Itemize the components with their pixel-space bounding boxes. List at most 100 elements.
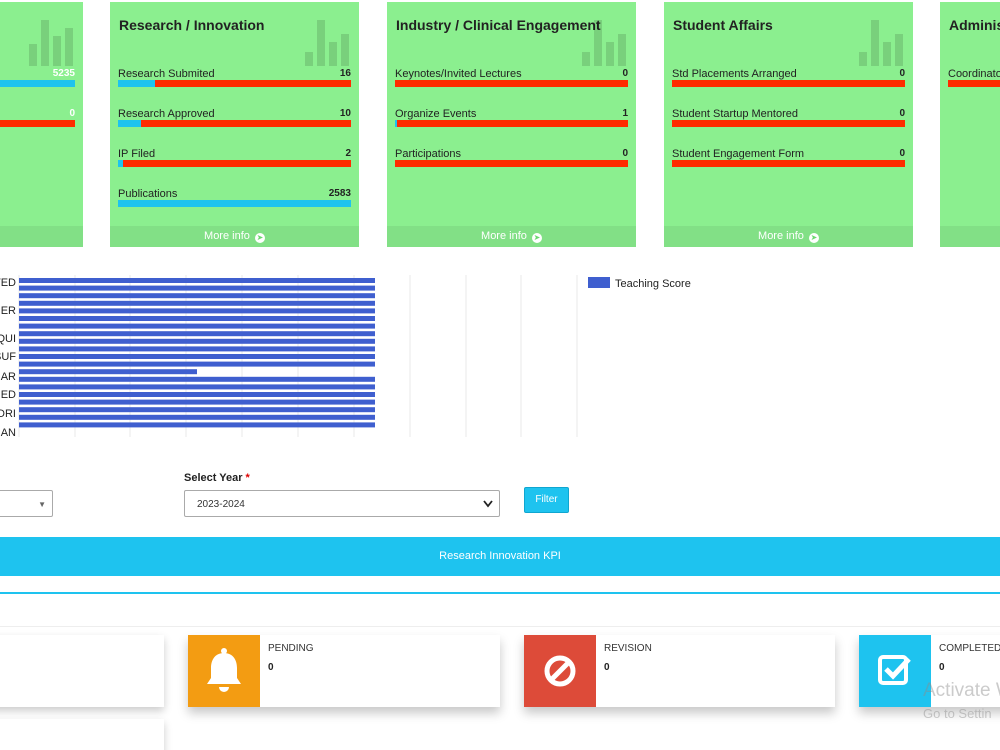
- metric-value: 0: [899, 68, 905, 79]
- caret-down-icon: ▼: [38, 500, 46, 509]
- chart-bar: [19, 285, 375, 291]
- bell-icon: [188, 635, 260, 707]
- metric-value: 0: [899, 108, 905, 119]
- metric-progress-bar: [395, 80, 628, 87]
- chart-bar: [19, 323, 375, 329]
- kpi-card-student-affairs: Student Affairs Std Placements Arranged …: [664, 2, 913, 247]
- metric-progress-bar: [118, 200, 351, 207]
- ban-icon: [524, 635, 596, 707]
- metric-student-engagement: Student Engagement Form 0: [672, 148, 905, 168]
- metric-value: 2583: [328, 188, 351, 199]
- status-value: 0: [604, 662, 610, 673]
- metric-progress-bar: [395, 160, 628, 167]
- metric-label: Research Submited: [118, 68, 215, 80]
- chart-tick-label: TED: [0, 277, 16, 289]
- metric-value: 1: [622, 108, 628, 119]
- status-value: 0: [268, 662, 274, 673]
- status-box-partial: [0, 635, 164, 707]
- filter-button[interactable]: Filter: [524, 487, 569, 513]
- activate-windows-watermark-sub: Go to Settin: [923, 706, 992, 721]
- divider: [0, 592, 1000, 594]
- card-footer[interactable]: [940, 226, 1000, 247]
- metric-progress-bar: [672, 80, 905, 87]
- metric-progress-bar: [395, 120, 628, 127]
- arrow-circle-right-icon: ➤: [531, 233, 542, 243]
- metric-value: 0: [899, 148, 905, 159]
- metric-organize-events: Organize Events 1: [395, 108, 628, 128]
- arrow-circle-right-icon: ➤: [254, 233, 265, 243]
- status-box-revision: REVISION 0: [524, 635, 835, 707]
- chart-tick-labels: TED ER QUI SUF AR IED DRI IAN: [0, 277, 16, 439]
- chart-tick-label: IED: [0, 389, 16, 401]
- metric-progress-bar: [672, 160, 905, 167]
- chart-bar: [19, 300, 375, 306]
- metric-progress-bar: [672, 120, 905, 127]
- left-select[interactable]: ▼: [0, 490, 53, 517]
- select-year-value: 2023-2024: [197, 499, 245, 510]
- legend-swatch: [588, 277, 610, 288]
- chart-bar: [19, 308, 375, 314]
- metric-progress-bar: [118, 80, 351, 87]
- chart-tick-label: ER: [1, 305, 16, 317]
- research-innovation-kpi-button[interactable]: Research Innovation KPI: [0, 537, 1000, 576]
- chart-legend: Teaching Score: [588, 277, 691, 290]
- chart-tick-label: SUF: [0, 351, 16, 363]
- chart-bar: [19, 354, 375, 359]
- chart-bar: [19, 361, 375, 367]
- more-info-label: More info: [481, 230, 527, 242]
- required-mark: *: [245, 472, 250, 484]
- metric-value: 10: [339, 108, 351, 119]
- chart-bar: [19, 338, 375, 344]
- metric-progress-fill: [118, 80, 156, 87]
- arrow-circle-right-icon: ➤: [808, 233, 819, 243]
- metric-value: 5235: [52, 68, 75, 79]
- select-year-dropdown[interactable]: 2023-2024: [184, 490, 500, 517]
- chart-bars: [19, 278, 375, 428]
- metric-progress-bar: [118, 160, 351, 167]
- card-footer[interactable]: [0, 226, 83, 247]
- chart-tick-label: DRI: [0, 408, 16, 420]
- metric-label: Publications: [118, 188, 178, 200]
- bar-chart-icon: [857, 20, 907, 66]
- chart-bar: [19, 278, 375, 283]
- metric-value: 0: [69, 108, 75, 119]
- metric-label: IP Filed: [118, 148, 156, 160]
- chart-bar: [19, 399, 375, 405]
- chart-bar: [19, 346, 375, 352]
- select-year-label-text: Select Year: [184, 472, 243, 484]
- metric-progress-fill: [118, 120, 142, 127]
- metric-label: Student Engagement Form: [672, 148, 805, 160]
- kpi-card-research-innovation: Research / Innovation Research Submited …: [110, 2, 359, 247]
- kpi-card-partial: 5235 0: [0, 2, 83, 247]
- card-title: Adminis: [949, 17, 1000, 33]
- chart-bar: [19, 293, 375, 299]
- more-info-link[interactable]: More info ➤: [110, 226, 359, 247]
- bar-chart-icon: [27, 20, 77, 66]
- metric-progress-bar: [0, 120, 75, 127]
- divider: [0, 626, 1000, 627]
- metric-progress-fill: [395, 120, 398, 127]
- metric-research-submitted: Research Submited 16: [118, 68, 351, 88]
- metric-value: 0: [622, 148, 628, 159]
- more-info-link[interactable]: More info ➤: [387, 226, 636, 247]
- status-box-partial: [0, 719, 164, 750]
- status-box-pending: PENDING 0: [188, 635, 500, 707]
- chart-bar: [19, 369, 197, 375]
- metric-progress-fill: [118, 160, 123, 167]
- metric-row: 0: [0, 108, 75, 128]
- chart-bar: [19, 407, 375, 413]
- metric-student-startup: Student Startup Mentored 0: [672, 108, 905, 128]
- chart-bar: [19, 331, 375, 337]
- more-info-link[interactable]: More info ➤: [664, 226, 913, 247]
- card-title: Industry / Clinical Engagement: [396, 17, 601, 33]
- metric-label: Coordinato: [948, 68, 1000, 80]
- metric-publications: Publications 2583: [118, 188, 351, 208]
- status-label: COMPLETED: [939, 643, 1000, 654]
- status-value: 0: [939, 662, 945, 673]
- kpi-card-industry-clinical: Industry / Clinical Engagement Keynotes/…: [387, 2, 636, 247]
- status-label: REVISION: [604, 643, 652, 654]
- chart-bar: [19, 392, 375, 397]
- kpi-card-administration: Adminis Coordinato: [940, 2, 1000, 247]
- metric-label: Std Placements Arranged: [672, 68, 797, 80]
- chart-bar: [19, 376, 375, 382]
